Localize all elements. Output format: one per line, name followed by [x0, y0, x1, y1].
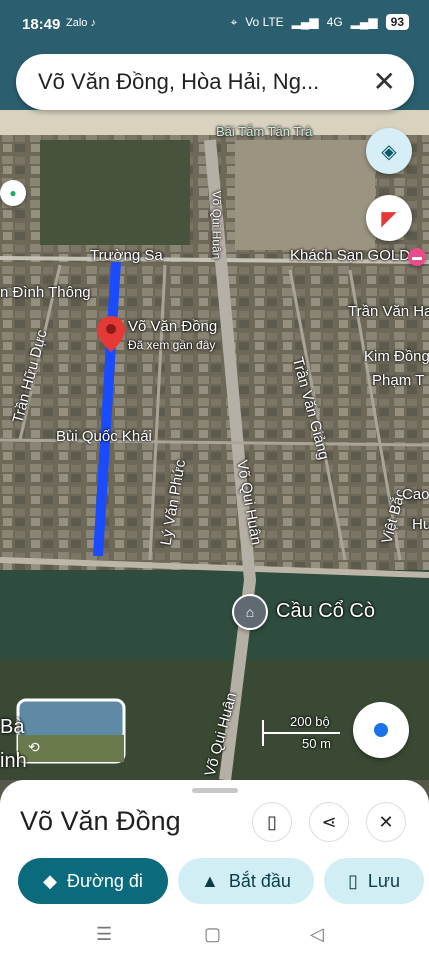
- map-label-truong-sa: Trường Sa: [90, 247, 163, 264]
- close-icon: ✕: [378, 811, 394, 832]
- left-edge-button[interactable]: ●: [0, 180, 26, 206]
- map-label-dinh-thong: n Đình Thông: [0, 284, 91, 301]
- layers-icon: ◈: [381, 140, 397, 163]
- hotel-marker[interactable]: ▬: [408, 248, 426, 266]
- back-icon[interactable]: ◁: [310, 924, 324, 945]
- map-label-vo-qui-huan-top: Võ Qui Huân: [209, 190, 224, 260]
- navigation-arrow-icon: ▲: [201, 870, 219, 891]
- map-label-kim-dong: Kim Đồng: [364, 348, 429, 365]
- compass-icon: ◤: [381, 207, 397, 230]
- pin-icon: [97, 316, 125, 352]
- map-label-recent: Đã xem gần đây: [128, 338, 216, 352]
- save-label: Lưu: [367, 870, 400, 891]
- map-label-vo-van-dong[interactable]: Võ Văn Đồng: [128, 318, 217, 335]
- scale-tick: [262, 720, 264, 746]
- share-button[interactable]: ⋖: [309, 802, 349, 842]
- clock: 18:49: [22, 16, 61, 33]
- location-icon: ⌖: [230, 14, 238, 29]
- battery-level: 93: [385, 14, 409, 30]
- map-label-tran-van-ha: Trần Văn Ha: [348, 303, 429, 320]
- close-icon[interactable]: ✕: [373, 65, 396, 98]
- directions-label: Đường đi: [66, 870, 143, 891]
- signal-icon: ▂▄▆: [291, 15, 319, 29]
- pin-mini-icon: ●: [9, 186, 17, 200]
- place-title: Võ Văn Đồng: [20, 806, 181, 836]
- directions-icon: ◆: [43, 870, 57, 891]
- place-sheet[interactable]: Võ Văn Đồng ▯ ⋖ ✕ ◆ Đường đi ▲ Bắt đầu ▯…: [0, 780, 429, 960]
- map-label-hotel[interactable]: Khách Sạn GOLD: [290, 247, 410, 264]
- scale-meters: 50 m: [302, 736, 331, 751]
- network-label: Vo LTE: [245, 15, 284, 29]
- share-icon: ⋖: [321, 811, 337, 832]
- start-label: Bắt đầu: [228, 870, 291, 891]
- map-label-hu: Hu: [412, 516, 429, 533]
- map-scale: 200 bộ 50 m: [262, 714, 340, 751]
- bed-icon: ▬: [412, 251, 422, 263]
- map-label-cau-co-co[interactable]: Cầu Cổ Cò: [276, 600, 375, 623]
- bridge-icon: ⌂: [245, 604, 255, 620]
- save-icon-button[interactable]: ▯: [252, 802, 292, 842]
- bridge-marker[interactable]: ⌂: [232, 594, 268, 630]
- compass-button[interactable]: ◤: [366, 195, 412, 241]
- signal-icon-2: ▂▄▆: [350, 15, 378, 29]
- sheet-handle[interactable]: [192, 788, 238, 793]
- layers-button[interactable]: ◈: [366, 128, 412, 174]
- home-icon[interactable]: ▢: [204, 924, 221, 945]
- scale-feet: 200 bộ: [290, 714, 330, 729]
- directions-button[interactable]: ◆ Đường đi: [18, 858, 168, 904]
- system-icons: ⌖ Vo LTE ▂▄▆ 4G ▂▄▆ 93: [230, 14, 409, 30]
- start-button[interactable]: ▲ Bắt đầu: [178, 858, 314, 904]
- search-query[interactable]: Võ Văn Đồng, Hòa Hải, Ng...: [38, 69, 358, 95]
- street-view-preview[interactable]: ⟲: [18, 700, 124, 762]
- my-location-button[interactable]: [353, 702, 409, 758]
- notification-icons: Zalo ♪: [66, 17, 96, 29]
- bookmark-icon: ▯: [267, 811, 277, 832]
- close-sheet-button[interactable]: ✕: [366, 802, 406, 842]
- status-bar: 18:49 Zalo ♪ ⌖ Vo LTE ▂▄▆ 4G ▂▄▆ 93: [0, 0, 429, 46]
- bookmark-icon: ▯: [348, 870, 358, 891]
- map-label-cao: Cao: [402, 486, 429, 503]
- save-button[interactable]: ▯ Lưu: [324, 858, 424, 904]
- scale-bar: [262, 732, 340, 734]
- map-label-pham-t: Phạm T: [372, 372, 425, 389]
- location-dot-icon: [372, 721, 390, 739]
- location-pin[interactable]: [97, 316, 125, 352]
- map-label-beach[interactable]: Bãi Tắm Tân Trà: [216, 124, 312, 139]
- rotate-360-icon: ⟲: [28, 739, 40, 755]
- android-nav-bar: ☰ ▢ ◁: [0, 920, 429, 950]
- network-4g-label: 4G: [326, 15, 343, 29]
- menu-icon[interactable]: ☰: [96, 924, 112, 945]
- map-label-bui-quoc-khai: Bùi Quốc Khái: [56, 428, 152, 445]
- search-bar[interactable]: Võ Văn Đồng, Hòa Hải, Ng... ✕: [16, 54, 414, 110]
